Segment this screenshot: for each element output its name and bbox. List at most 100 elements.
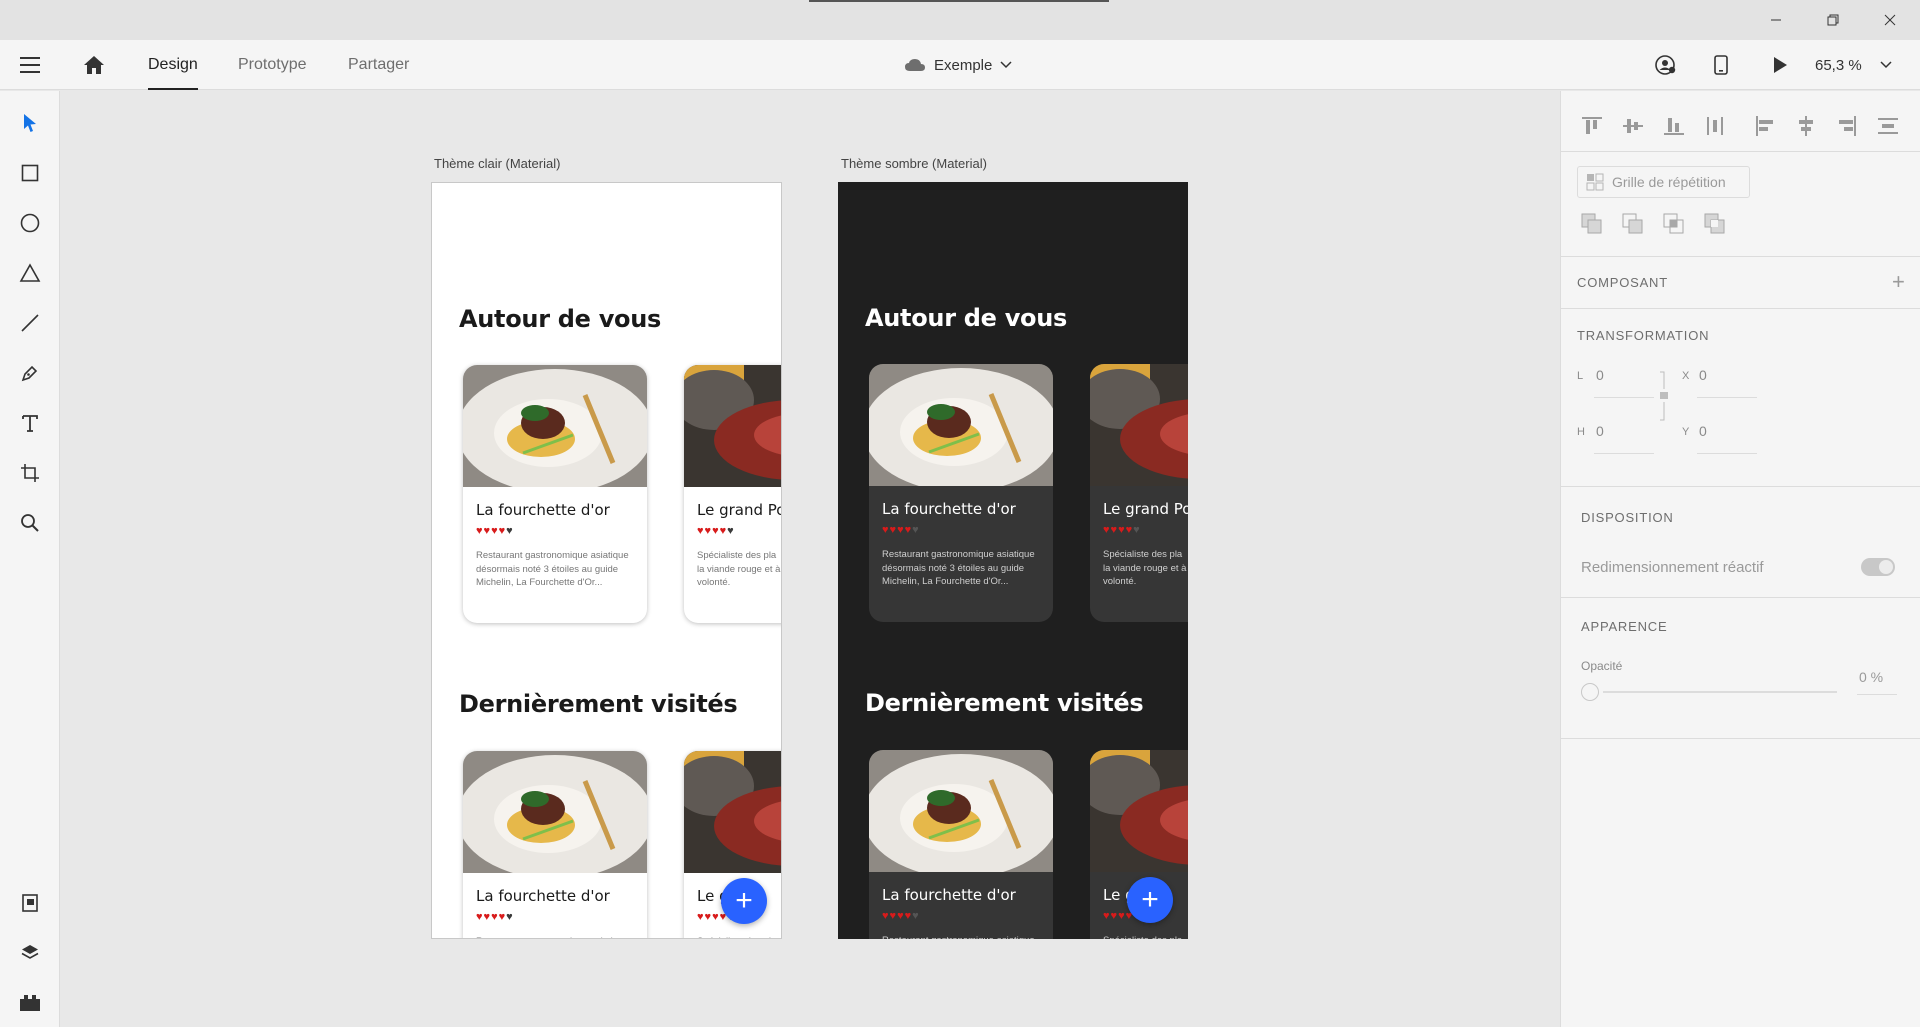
y-field[interactable]: 0 bbox=[1699, 423, 1707, 439]
align-left-icon bbox=[1756, 116, 1773, 136]
align-left-button[interactable] bbox=[1752, 113, 1778, 139]
home-button[interactable] bbox=[83, 53, 107, 77]
chevron-down-icon bbox=[1000, 61, 1012, 69]
restaurant-card[interactable]: La fourchette d'or ♥♥♥♥♥ Restaurant gast… bbox=[463, 365, 647, 623]
align-right-button[interactable] bbox=[1834, 113, 1860, 139]
artboard-light-theme[interactable]: Autour de vous La fourchette d'or ♥♥♥♥♥ … bbox=[431, 182, 782, 939]
restaurant-description: Spécialiste des pla la viande rouge et à… bbox=[1103, 549, 1187, 587]
distribute-vertical-button[interactable] bbox=[1702, 113, 1728, 139]
align-middle-button[interactable] bbox=[1620, 113, 1646, 139]
restaurant-card[interactable]: La fourchette d'or ♥♥♥♥♥ Restaurant gast… bbox=[869, 364, 1053, 622]
opacity-value[interactable]: 0 % bbox=[1859, 669, 1883, 685]
tab-design[interactable]: Design bbox=[148, 40, 198, 90]
x-field[interactable]: 0 bbox=[1699, 367, 1707, 383]
restaurant-card[interactable]: La fourchette d'or ♥♥♥♥♥ Restaurant gast… bbox=[869, 750, 1053, 939]
repeat-grid-button[interactable]: Grille de répétition bbox=[1577, 166, 1750, 198]
share-user-button[interactable] bbox=[1655, 54, 1679, 76]
rectangle-icon bbox=[21, 164, 39, 182]
artboard-label-dark[interactable]: Thème sombre (Material) bbox=[841, 156, 987, 171]
rectangle-tool[interactable] bbox=[14, 157, 46, 189]
restaurant-description: Spécialiste des pla la viande rouge et à… bbox=[697, 935, 781, 938]
lock-icon bbox=[1660, 371, 1668, 421]
align-center-icon bbox=[1799, 116, 1813, 136]
text-tool[interactable] bbox=[14, 407, 46, 439]
line-tool[interactable] bbox=[14, 307, 46, 339]
width-field-underline bbox=[1594, 397, 1654, 398]
close-window-button[interactable] bbox=[1867, 0, 1913, 40]
divider bbox=[1561, 486, 1920, 487]
restaurant-card[interactable]: Le grand Po ♥♥♥♥♥ Spécialiste des pla la… bbox=[684, 365, 782, 623]
aspect-lock-button[interactable] bbox=[1659, 371, 1669, 421]
restaurant-card[interactable]: La fourchette d'or ♥♥♥♥♥ Restaurant gast… bbox=[463, 751, 647, 938]
select-tool[interactable] bbox=[14, 107, 46, 139]
component-header: COMPOSANT bbox=[1577, 275, 1668, 290]
design-canvas[interactable]: Thème clair (Material) Thème sombre (Mat… bbox=[61, 91, 1560, 1027]
cloud-icon bbox=[905, 59, 925, 71]
restore-button[interactable] bbox=[1810, 0, 1856, 40]
plugins-panel-button[interactable] bbox=[14, 987, 46, 1019]
add-fab-button[interactable]: + bbox=[1127, 877, 1173, 923]
artboard-label-light[interactable]: Thème clair (Material) bbox=[434, 156, 560, 171]
polygon-tool[interactable] bbox=[14, 257, 46, 289]
select-arrow-icon bbox=[24, 114, 36, 132]
width-field[interactable]: 0 bbox=[1596, 367, 1604, 383]
minimize-button[interactable] bbox=[1753, 0, 1799, 40]
add-fab-button[interactable]: + bbox=[721, 878, 767, 924]
restaurant-description: Restaurant gastronomique asiatique désor… bbox=[882, 549, 1035, 587]
zoom-level: 65,3 % bbox=[1815, 56, 1862, 74]
menu-button[interactable] bbox=[20, 54, 44, 76]
chevron-down-icon bbox=[1880, 61, 1892, 69]
close-icon bbox=[1884, 14, 1896, 26]
boolean-add-icon[interactable] bbox=[1580, 212, 1604, 236]
tab-prototype[interactable]: Prototype bbox=[238, 40, 306, 90]
restaurant-card[interactable]: Le grand Po ♥♥♥♥♥ Spécialiste des pla la… bbox=[1090, 364, 1188, 622]
opacity-slider-track[interactable] bbox=[1603, 691, 1837, 693]
device-preview-button[interactable] bbox=[1714, 54, 1738, 76]
divider bbox=[1561, 738, 1920, 739]
layers-panel-button[interactable] bbox=[14, 937, 46, 969]
zoom-dropdown[interactable]: 65,3 % bbox=[1815, 54, 1892, 76]
rating-hearts: ♥♥♥♥♥ bbox=[476, 911, 514, 923]
zoom-tool[interactable] bbox=[14, 507, 46, 539]
minimize-icon bbox=[1771, 19, 1781, 21]
align-center-button[interactable] bbox=[1793, 113, 1819, 139]
document-title-dropdown[interactable]: Exemple bbox=[904, 54, 1012, 76]
distribute-vertical-icon bbox=[1707, 117, 1723, 135]
food-photo-steak bbox=[1090, 750, 1188, 872]
user-share-icon bbox=[1655, 55, 1676, 75]
repeat-grid-label: Grille de répétition bbox=[1612, 174, 1726, 190]
align-middle-icon bbox=[1623, 119, 1643, 133]
boolean-intersect-icon[interactable] bbox=[1662, 212, 1686, 236]
add-component-button[interactable]: + bbox=[1892, 269, 1905, 295]
restaurant-name: La fourchette d'or bbox=[882, 886, 1016, 904]
divider bbox=[1561, 151, 1920, 152]
pen-tool[interactable] bbox=[14, 357, 46, 389]
layout-header: DISPOSITION bbox=[1581, 510, 1674, 525]
tab-share[interactable]: Partager bbox=[348, 40, 409, 90]
restaurant-description: Restaurant gastronomique asiatique désor… bbox=[476, 550, 629, 588]
opacity-label: Opacité bbox=[1581, 659, 1623, 673]
assets-panel-button[interactable] bbox=[14, 887, 46, 919]
ellipse-tool[interactable] bbox=[14, 207, 46, 239]
align-top-button[interactable] bbox=[1579, 113, 1605, 139]
transform-header: TRANSFORMATION bbox=[1577, 328, 1710, 343]
height-field-underline bbox=[1594, 453, 1654, 454]
artboard-dark-theme[interactable]: Autour de vous La fourchette d'or ♥♥♥♥♥ … bbox=[838, 182, 1188, 939]
food-photo-plate bbox=[869, 364, 1053, 486]
artboard-tool[interactable] bbox=[14, 457, 46, 489]
align-bottom-button[interactable] bbox=[1661, 113, 1687, 139]
divider bbox=[1561, 256, 1920, 257]
boolean-exclude-icon[interactable] bbox=[1703, 212, 1727, 236]
responsive-resize-toggle[interactable] bbox=[1861, 558, 1895, 576]
properties-panel: Grille de répétition COMPOSANT + TRANSFO… bbox=[1560, 91, 1920, 1027]
assets-icon bbox=[22, 894, 38, 912]
height-field[interactable]: 0 bbox=[1596, 423, 1604, 439]
restaurant-name: Le grand Po bbox=[697, 501, 782, 519]
boolean-subtract-icon[interactable] bbox=[1621, 212, 1645, 236]
rating-hearts: ♥♥♥♥♥ bbox=[476, 525, 514, 537]
opacity-slider-handle[interactable] bbox=[1581, 683, 1599, 701]
food-photo-plate bbox=[463, 365, 647, 487]
play-preview-button[interactable] bbox=[1772, 54, 1796, 76]
distribute-horizontal-button[interactable] bbox=[1875, 113, 1901, 139]
hamburger-menu-icon bbox=[20, 57, 40, 73]
